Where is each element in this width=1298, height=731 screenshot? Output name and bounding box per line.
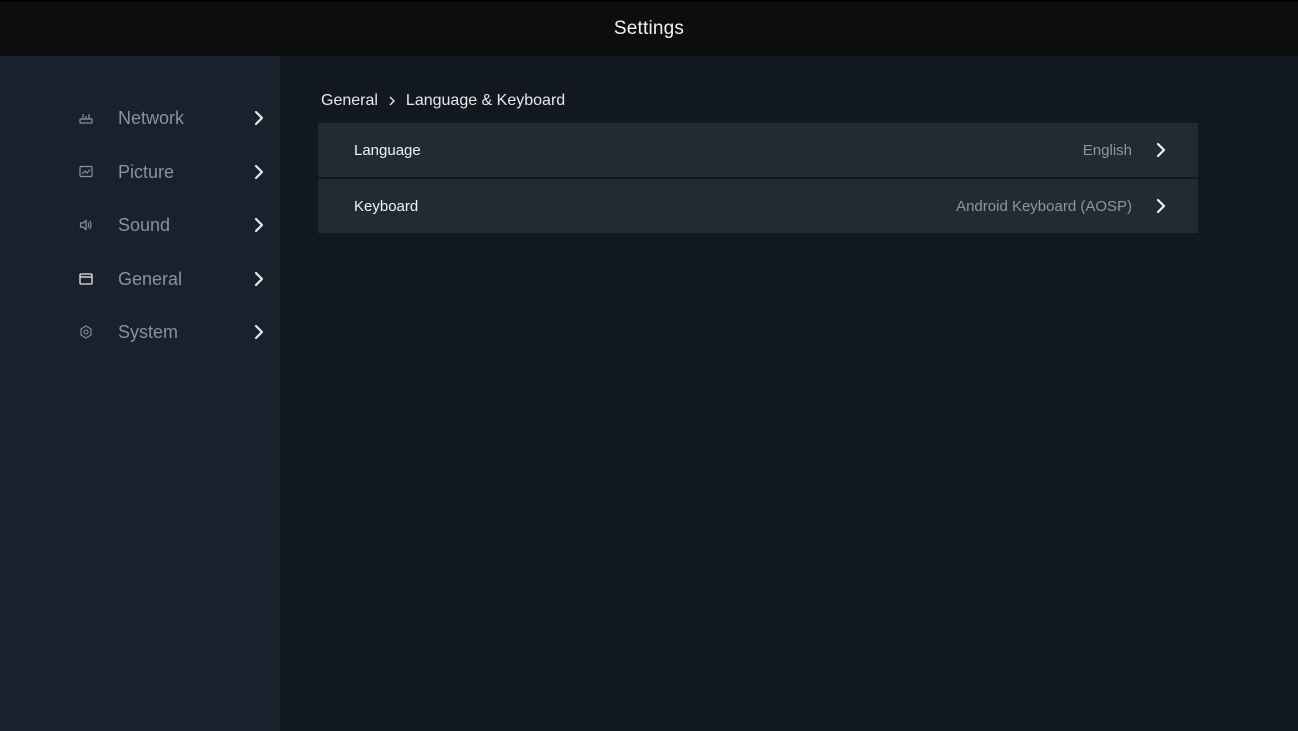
sidebar-item-label: General: [118, 268, 183, 289]
chevron-right-icon: [252, 270, 266, 288]
speaker-icon: [78, 217, 94, 233]
picture-icon: [78, 164, 94, 180]
breadcrumb: General Language & Keyboard: [321, 92, 565, 110]
gear-icon: [78, 324, 94, 340]
chevron-right-icon: [388, 95, 396, 107]
row-label: Language: [354, 141, 421, 159]
content-pane: General Language & Keyboard Language Eng…: [280, 56, 1298, 731]
chevron-right-icon: [1154, 141, 1168, 159]
page-title: Settings: [613, 18, 685, 39]
sidebar-item-label: Picture: [118, 161, 175, 182]
keyboard-row[interactable]: Keyboard Android Keyboard (AOSP): [318, 179, 1198, 233]
window-icon: [78, 271, 94, 287]
sidebar-item-label: Sound: [118, 214, 171, 235]
language-row[interactable]: Language English: [318, 123, 1198, 177]
sidebar: Network Picture Sound General System: [0, 56, 280, 731]
sidebar-item-label: Network: [118, 107, 185, 128]
chevron-right-icon: [252, 216, 266, 234]
sidebar-item-picture[interactable]: Picture: [0, 152, 280, 192]
settings-screen: Settings Network Picture Sound General S…: [0, 2, 1298, 731]
router-icon: [78, 110, 94, 126]
chevron-right-icon: [252, 109, 266, 127]
settings-list: Language English Keyboard Android Keyboa…: [318, 123, 1198, 233]
breadcrumb-parent[interactable]: General: [321, 92, 378, 110]
row-label: Keyboard: [354, 197, 419, 215]
row-value: English: [1082, 141, 1132, 159]
sidebar-item-label: System: [118, 321, 179, 342]
sidebar-item-sound[interactable]: Sound: [0, 205, 280, 245]
chevron-right-icon: [252, 163, 266, 181]
breadcrumb-current: Language & Keyboard: [405, 92, 566, 109]
row-value: Android Keyboard (AOSP): [956, 197, 1132, 215]
sidebar-item-network[interactable]: Network: [0, 98, 280, 138]
chevron-right-icon: [1154, 197, 1168, 215]
chevron-right-icon: [252, 323, 266, 341]
sidebar-item-system[interactable]: System: [0, 312, 280, 352]
sidebar-item-general[interactable]: General: [0, 259, 280, 299]
title-bar: Settings: [0, 2, 1298, 56]
